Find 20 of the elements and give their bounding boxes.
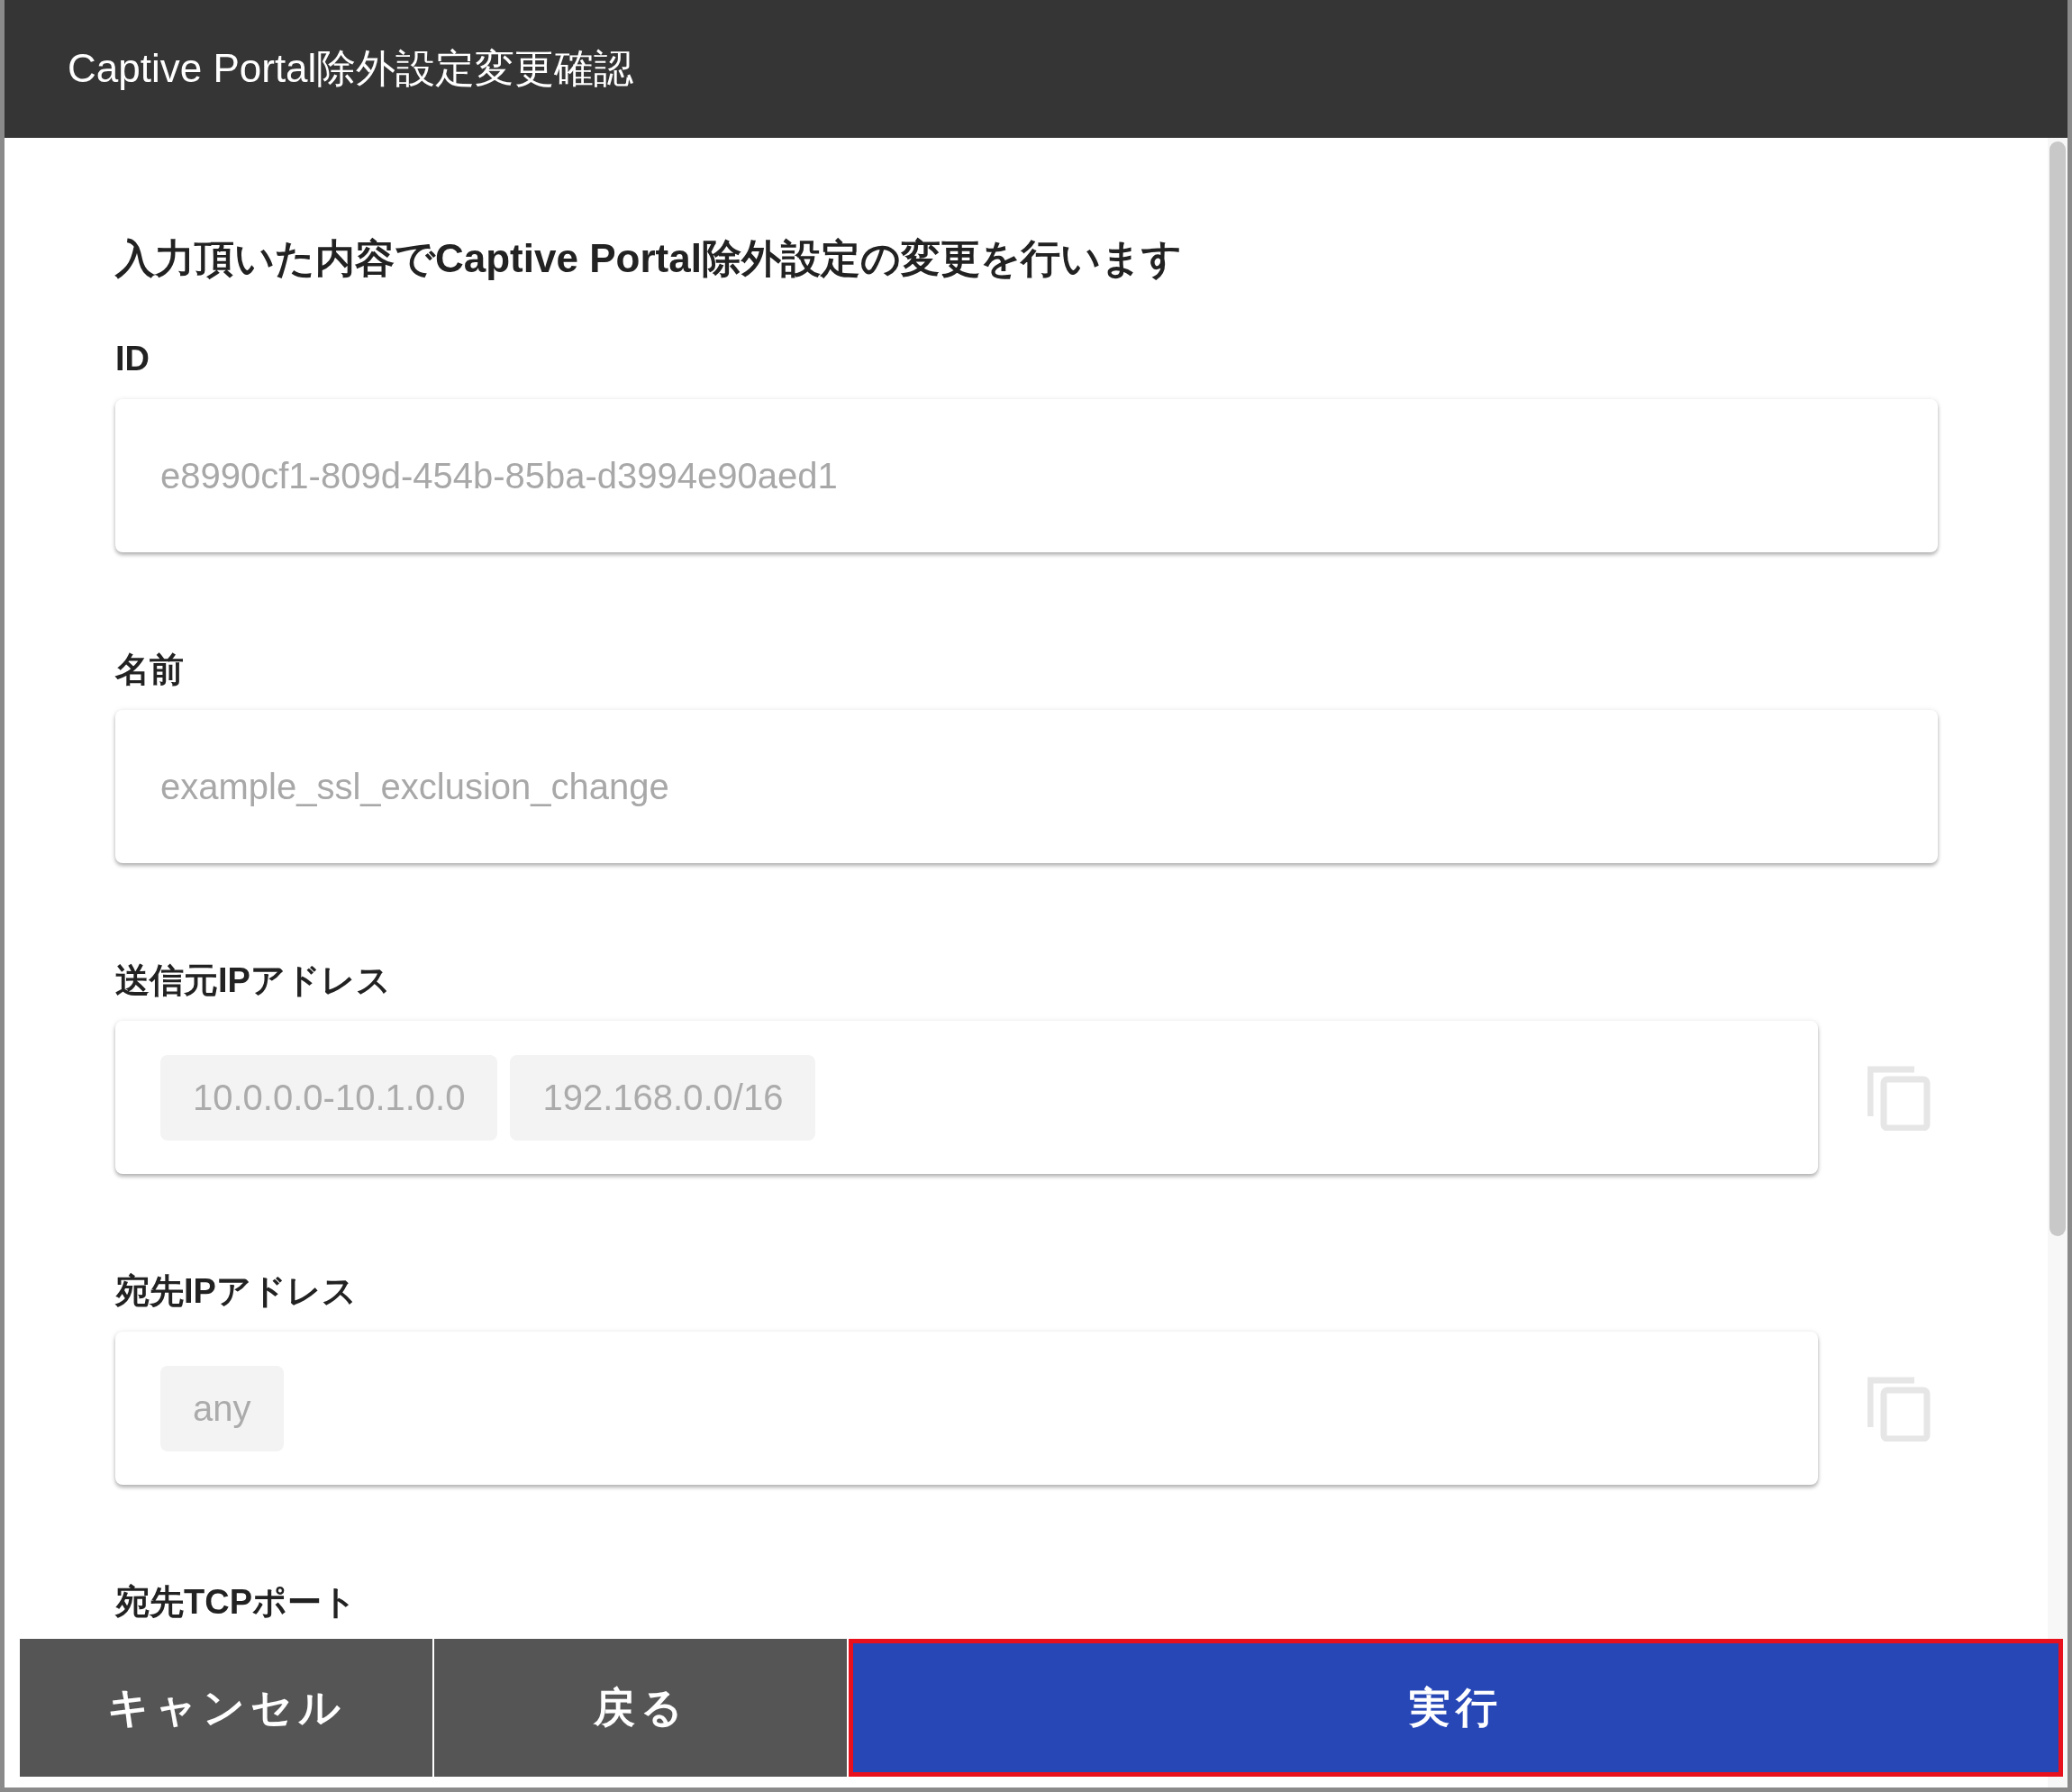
field-label: 送信元IPアドレス: [115, 960, 391, 1000]
copy-icon[interactable]: [1868, 1064, 1931, 1131]
dialog-title: Captive Portal除外設定変更確認: [5, 0, 2067, 138]
scrollbar[interactable]: [2048, 138, 2067, 1787]
address-chip: any: [160, 1365, 284, 1451]
field-label: 宛先IPアドレス: [115, 1271, 357, 1311]
copy-icon[interactable]: [1868, 1375, 1931, 1442]
read-only-field[interactable]: e8990cf1-809d-454b-85ba-d3994e90aed1: [115, 399, 1938, 552]
address-chip: 10.0.0.0-10.1.0.0: [160, 1054, 498, 1141]
description-text: 入力頂いた内容でCaptive Portal除外設定の変更を行います: [115, 235, 1183, 282]
chip-field[interactable]: 10.0.0.0-10.1.0.0 192.168.0.0/16: [115, 1021, 1818, 1174]
back-button[interactable]: 戻る: [434, 1639, 847, 1777]
address-chip: 192.168.0.0/16: [510, 1054, 816, 1141]
cancel-button[interactable]: キャンセル: [20, 1639, 432, 1777]
read-only-field[interactable]: example_ssl_exclusion_change: [115, 710, 1938, 863]
field-label: ID: [115, 339, 150, 378]
field-label: 宛先TCPポート: [115, 1582, 357, 1622]
execute-button[interactable]: 実行: [849, 1639, 2063, 1777]
chip-field[interactable]: any: [115, 1332, 1818, 1485]
field-label: 名前: [115, 650, 184, 689]
